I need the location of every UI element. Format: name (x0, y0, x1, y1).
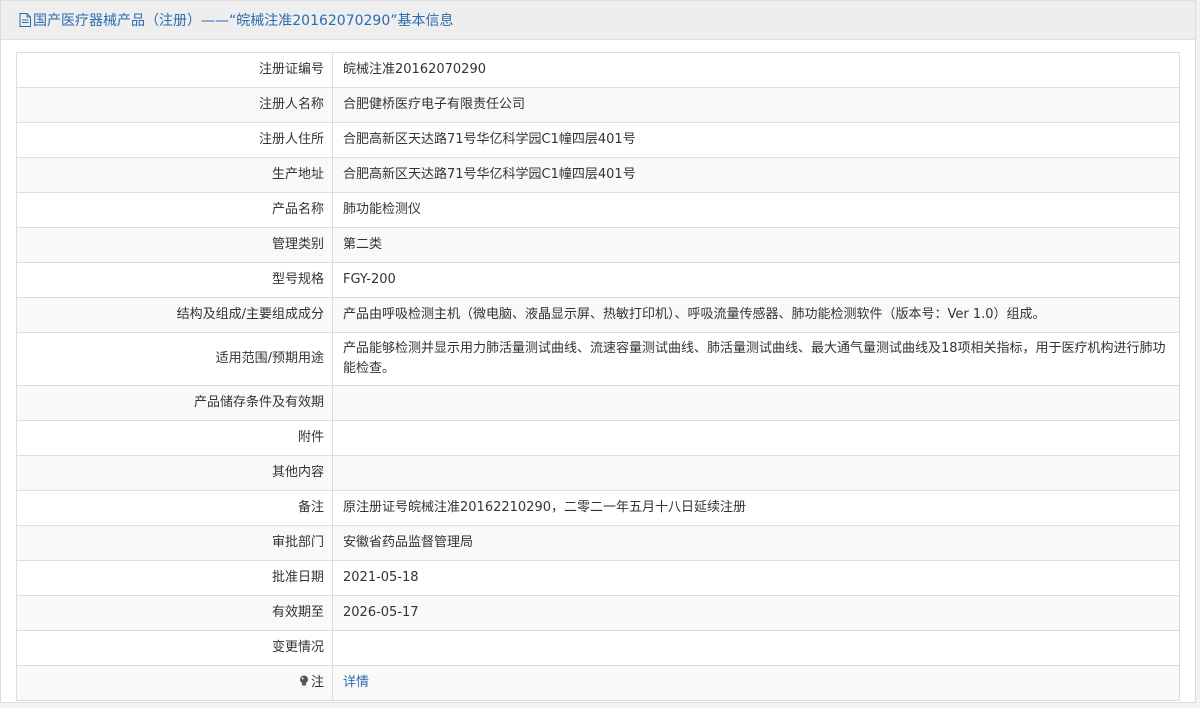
field-value: FGY-200 (332, 262, 1180, 298)
field-value: 合肥健桥医疗电子有限责任公司 (332, 87, 1180, 123)
field-value: 原注册证号皖械注准20162210290，二零二一年五月十八日延续注册 (332, 490, 1180, 526)
table-row: 变更情况 (16, 630, 1180, 666)
details-link[interactable]: 详情 (343, 675, 369, 690)
table-row: 注册人名称 合肥健桥医疗电子有限责任公司 (16, 87, 1180, 123)
field-value: 产品能够检测并显示用力肺活量测试曲线、流速容量测试曲线、肺活量测试曲线、最大通气… (332, 332, 1180, 386)
table-row: 注册人住所 合肥高新区天达路71号华亿科学园C1幢四层401号 (16, 122, 1180, 158)
table-row: 管理类别 第二类 (16, 227, 1180, 263)
table-row: 有效期至 2026-05-17 (16, 595, 1180, 631)
field-label: 变更情况 (16, 630, 333, 666)
field-label: 有效期至 (16, 595, 333, 631)
table-row: 审批部门 安徽省药品监督管理局 (16, 525, 1180, 561)
table-row: 生产地址 合肥高新区天达路71号华亿科学园C1幢四层401号 (16, 157, 1180, 193)
field-value: 产品由呼吸检测主机（微电脑、液晶显示屏、热敏打印机）、呼吸流量传感器、肺功能检测… (332, 297, 1180, 333)
field-label: 管理类别 (16, 227, 333, 263)
table-row: 附件 (16, 420, 1180, 456)
table-row: 型号规格 FGY-200 (16, 262, 1180, 298)
field-value (332, 455, 1180, 491)
info-panel: 国产医疗器械产品（注册）——“皖械注准20162070290”基本信息 注册证编… (0, 0, 1196, 703)
note-value-cell: 详情 (332, 665, 1180, 701)
table-row: 产品储存条件及有效期 (16, 385, 1180, 421)
table-row: 注册证编号 皖械注准20162070290 (16, 52, 1180, 88)
note-label-cell: 注 (16, 665, 333, 701)
lightbulb-icon (299, 674, 309, 686)
field-value: 合肥高新区天达路71号华亿科学园C1幢四层401号 (332, 122, 1180, 158)
table-row: 产品名称 肺功能检测仪 (16, 192, 1180, 228)
field-value: 第二类 (332, 227, 1180, 263)
info-table: 注册证编号 皖械注准20162070290 注册人名称 合肥健桥医疗电子有限责任公司注… (16, 52, 1180, 701)
field-value: 合肥高新区天达路71号华亿科学园C1幢四层401号 (332, 157, 1180, 193)
field-value: 安徽省药品监督管理局 (332, 525, 1180, 561)
field-label: 审批部门 (16, 525, 333, 561)
field-label: 结构及组成/主要组成成分 (16, 297, 333, 333)
field-label: 附件 (16, 420, 333, 456)
table-row: 批准日期 2021-05-18 (16, 560, 1180, 596)
field-label: 型号规格 (16, 262, 333, 298)
field-value (332, 420, 1180, 456)
field-value (332, 385, 1180, 421)
field-label: 其他内容 (16, 455, 333, 491)
note-label: 注 (310, 675, 324, 690)
field-label: 注册证编号 (16, 52, 333, 88)
field-value: 2026-05-17 (332, 595, 1180, 631)
field-value: 肺功能检测仪 (332, 192, 1180, 228)
field-label: 备注 (16, 490, 333, 526)
field-label: 注册人名称 (16, 87, 333, 123)
field-label: 生产地址 (16, 157, 333, 193)
table-row: 适用范围/预期用途 产品能够检测并显示用力肺活量测试曲线、流速容量测试曲线、肺活量… (16, 332, 1180, 386)
field-label: 产品储存条件及有效期 (16, 385, 333, 421)
panel-header: 国产医疗器械产品（注册）——“皖械注准20162070290”基本信息 (1, 1, 1195, 40)
field-label: 产品名称 (16, 192, 333, 228)
field-value: 皖械注准20162070290 (332, 52, 1180, 88)
field-label: 注册人住所 (16, 122, 333, 158)
table-row: 备注 原注册证号皖械注准20162210290，二零二一年五月十八日延续注册 (16, 490, 1180, 526)
field-label: 适用范围/预期用途 (16, 332, 333, 386)
field-value: 2021-05-18 (332, 560, 1180, 596)
table-row: 其他内容 (16, 455, 1180, 491)
document-icon (17, 13, 32, 28)
page-title: 国产医疗器械产品（注册）——“皖械注准20162070290”基本信息 (33, 13, 454, 29)
table-row: 结构及组成/主要组成成分 产品由呼吸检测主机（微电脑、液晶显示屏、热敏打印机）、呼… (16, 297, 1180, 333)
field-label: 批准日期 (16, 560, 333, 596)
table-row-note: 注 详情 (16, 665, 1180, 701)
field-value (332, 630, 1180, 666)
